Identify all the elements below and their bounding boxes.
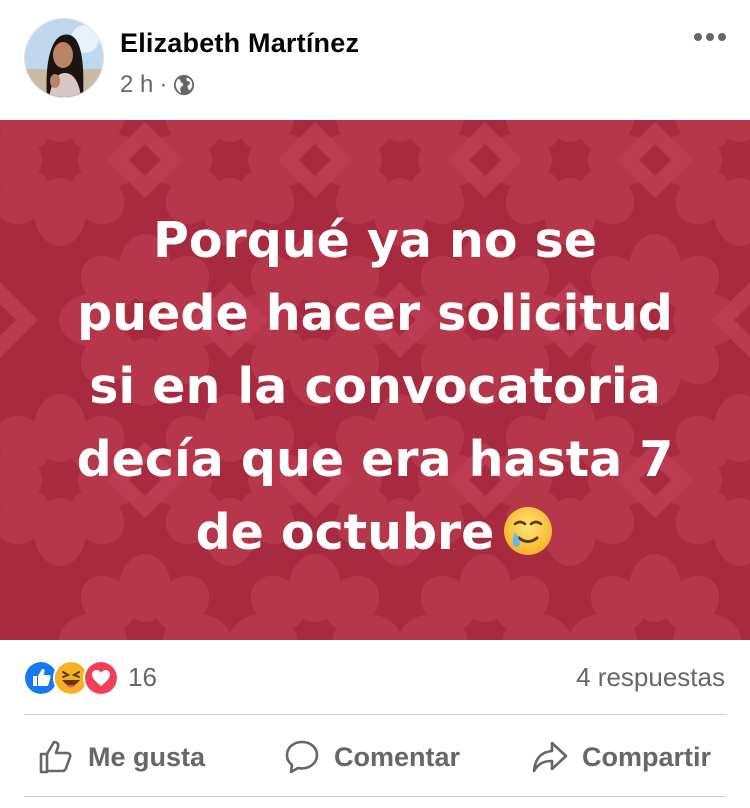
like-label: Me gusta [88, 741, 206, 772]
post-header: Elizabeth Martínez 2 h · [0, 0, 750, 120]
more-options-icon [694, 33, 726, 41]
status-line: puede hacer solicitud [77, 285, 673, 342]
reaction-count[interactable]: 16 [128, 662, 157, 693]
share-label: Compartir [582, 741, 712, 772]
divider [24, 714, 726, 715]
status-line-last: de octubre [40, 496, 710, 569]
share-icon [532, 741, 568, 773]
status-text: Porqué ya no se puede hacer solicitud si… [40, 204, 710, 569]
meta-separator: · [159, 71, 168, 98]
comments-count[interactable]: 4 respuestas [576, 662, 725, 693]
like-button[interactable]: Me gusta [38, 718, 205, 796]
love-icon [83, 660, 119, 696]
status-line: si en la convocatoria [89, 358, 661, 415]
divider [24, 796, 726, 797]
more-options-button[interactable] [692, 22, 728, 52]
post-time[interactable]: 2 h [120, 71, 153, 99]
globe-icon [174, 74, 195, 96]
status-line: de octubre [195, 504, 495, 561]
avatar[interactable] [24, 18, 104, 98]
smiling-face-with-tear-icon [504, 507, 553, 555]
status-background: Porqué ya no se puede hacer solicitud si… [0, 120, 750, 640]
post-actions: Me gusta Comentar Compartir [0, 718, 750, 796]
comment-icon [285, 740, 319, 774]
status-line: decía que era hasta 7 [76, 431, 674, 488]
reactions-bar: 16 4 respuestas [0, 650, 750, 708]
author-name[interactable]: Elizabeth Martínez [120, 28, 359, 59]
status-line: Porqué ya no se [152, 212, 598, 269]
like-outline-icon [39, 740, 72, 774]
avatar-photo [25, 19, 103, 97]
reaction-icons[interactable] [23, 660, 119, 696]
post-meta: 2 h · [120, 68, 195, 102]
share-button[interactable]: Compartir [532, 718, 711, 796]
comment-label: Comentar [334, 741, 461, 772]
comment-button[interactable]: Comentar [284, 718, 460, 796]
